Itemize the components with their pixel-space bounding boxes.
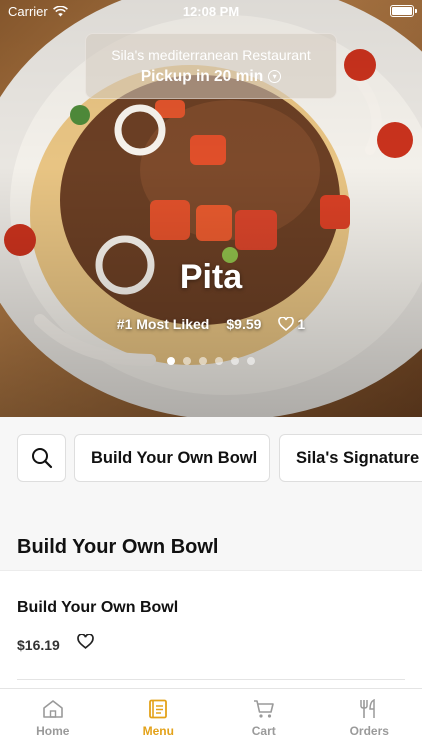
menu-item-card[interactable]: Build Your Own Bowl $16.19	[0, 570, 422, 688]
pickup-time[interactable]: Pickup in 20 min ▾	[140, 67, 282, 86]
tab-menu[interactable]: Menu	[106, 689, 212, 750]
carousel-dot[interactable]	[231, 357, 239, 365]
tab-home[interactable]: Home	[0, 689, 106, 750]
divider	[17, 679, 405, 680]
section-title: Build Your Own Bowl	[17, 536, 219, 558]
tab-bar: Home Menu Cart Orders	[0, 688, 422, 750]
restaurant-name: Sila's mediterranean Restaurant	[111, 46, 311, 63]
menu-item-name: Build Your Own Bowl	[17, 599, 179, 616]
tab-label: Orders	[349, 724, 389, 738]
hero-meta: #1 Most Liked $9.59 1	[0, 316, 422, 332]
pickup-label: Pickup in 20 min	[140, 67, 264, 85]
wifi-icon	[52, 5, 68, 16]
menu-item-price: $16.19	[17, 637, 60, 653]
category-bar: Build Your Own Bowl Sila's Signature	[0, 417, 422, 501]
category-chip[interactable]: Build Your Own Bowl	[74, 434, 270, 482]
tab-label: Home	[36, 724, 70, 738]
hero-banner[interactable]: Carrier 12:08 PM Sila's mediterranean Re…	[0, 0, 422, 417]
category-chip[interactable]: Sila's Signature	[279, 434, 422, 482]
hero-title: Pita	[179, 258, 243, 296]
status-bar: Carrier 12:08 PM	[0, 0, 422, 22]
chevron-down-circle-icon: ▾	[268, 70, 282, 83]
tab-label: Menu	[142, 724, 174, 738]
orders-icon	[360, 699, 375, 718]
tab-orders[interactable]: Orders	[317, 689, 422, 750]
tab-label: Cart	[251, 724, 276, 738]
tab-cart[interactable]: Cart	[211, 689, 317, 750]
search-button[interactable]	[17, 434, 66, 482]
likes-count: 1	[297, 316, 306, 332]
hero-likes[interactable]: 1	[278, 316, 305, 332]
menu-icon	[149, 699, 168, 719]
hero-price: $9.59	[226, 316, 262, 332]
carrier-label: Carrier	[8, 3, 48, 19]
home-icon	[42, 700, 63, 718]
search-icon	[31, 448, 52, 469]
carrier: Carrier	[8, 4, 68, 19]
carousel-dot[interactable]	[167, 357, 175, 365]
carousel-dots[interactable]	[0, 357, 422, 365]
cart-icon	[253, 700, 274, 718]
battery-icon	[390, 5, 417, 17]
hero-rank: #1 Most Liked	[116, 316, 210, 332]
carousel-dot[interactable]	[183, 357, 191, 365]
heart-icon	[278, 317, 295, 331]
heart-icon[interactable]	[77, 634, 94, 649]
carousel-dot[interactable]	[199, 357, 207, 365]
carousel-dot[interactable]	[247, 357, 255, 365]
carousel-dot[interactable]	[215, 357, 223, 365]
restaurant-selector[interactable]: Sila's mediterranean Restaurant Pickup i…	[85, 33, 337, 99]
